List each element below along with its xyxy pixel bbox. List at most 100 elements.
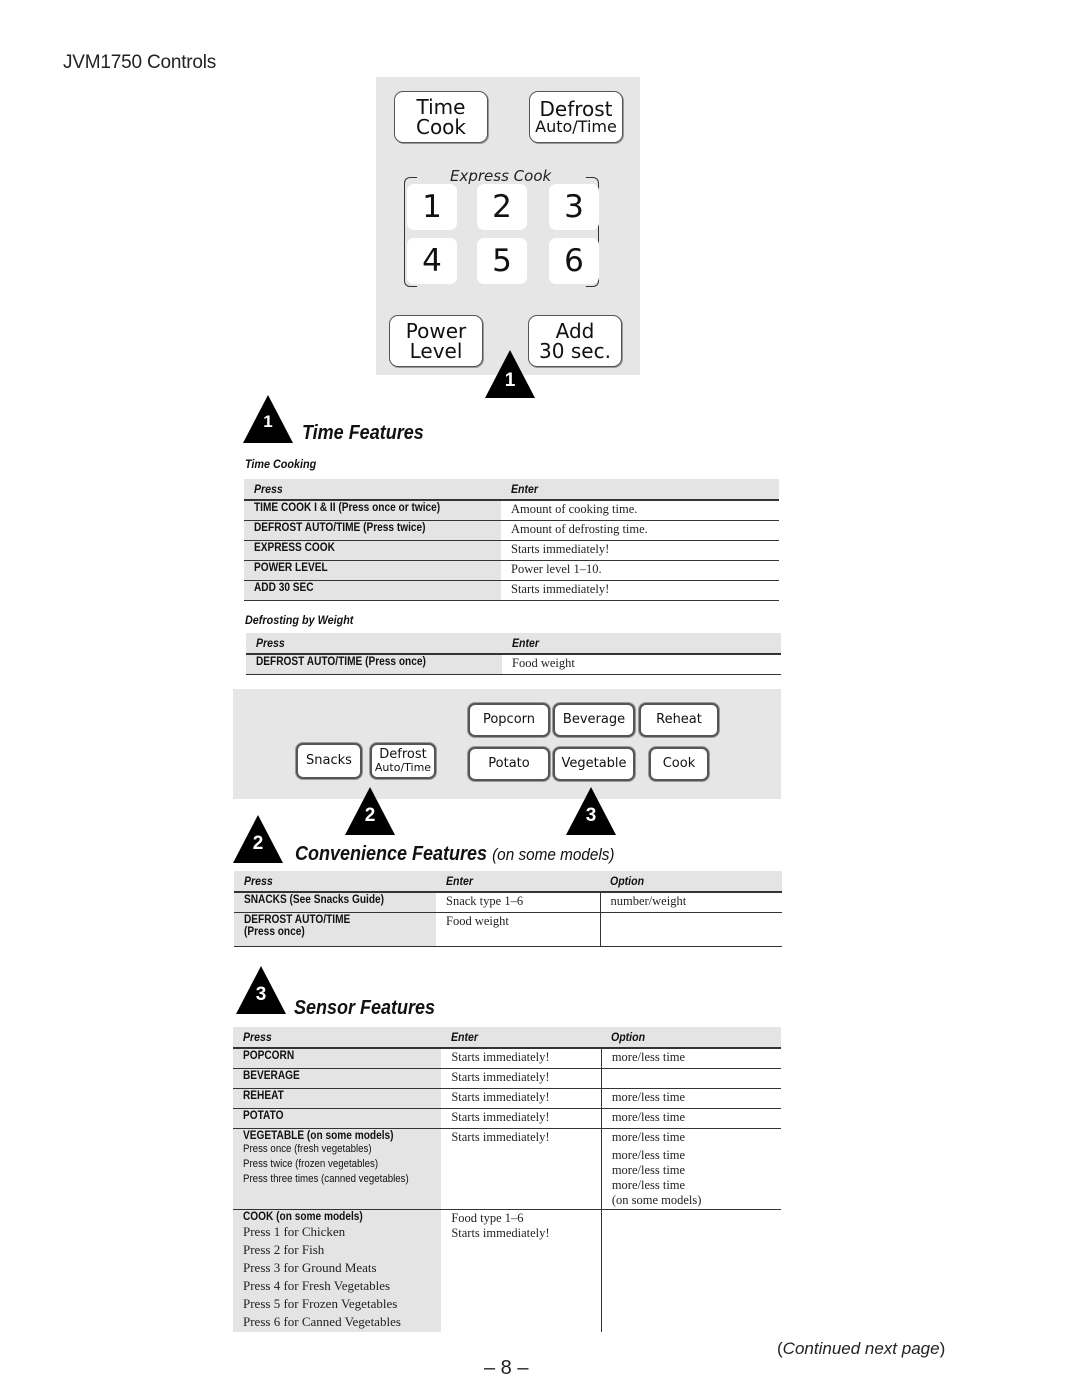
column-header: Enter — [436, 871, 600, 893]
option-line: more/less time — [611, 1178, 686, 1192]
column-header: Enter — [502, 633, 781, 655]
title-subtitle: (on some models) — [492, 845, 615, 864]
subhead-time-cooking: Time Cooking — [245, 457, 317, 471]
press-cell: ADD 30 SEC — [244, 580, 501, 601]
table-row: DEFROST AUTO/TIME (Press once) Food weig… — [246, 654, 781, 675]
press-cell: POTATO — [233, 1108, 442, 1129]
column-header: Press — [234, 871, 436, 893]
option-cell: more/less time — [600, 1048, 781, 1069]
table-row: SNACKS (See Snacks Guide) Snack type 1–6… — [234, 892, 782, 913]
table-row: POWER LEVEL Power level 1–10. — [244, 560, 779, 581]
power-level-key: Power Level — [389, 315, 483, 367]
table-row: POPCORN Starts immediately! more/less ti… — [233, 1048, 781, 1069]
key-label: Cook — [415, 115, 467, 139]
reheat-key: Reheat — [639, 703, 719, 737]
table-row: POTATO Starts immediately! more/less tim… — [233, 1108, 781, 1129]
enter-line: Food type 1–6 — [451, 1211, 524, 1225]
continued-note: (Continued next page) — [777, 1339, 946, 1358]
time-cook-key: Time Cook — [394, 91, 488, 143]
enter-cell: Food weight — [502, 654, 781, 675]
enter-cell: Amount of cooking time. — [501, 500, 779, 521]
enter-cell: Food weight — [436, 912, 600, 947]
table-row: DEFROST AUTO/TIME (Press once) Food weig… — [234, 912, 782, 947]
callout-marker-2-label: 2 — [364, 805, 376, 826]
table-row-cook: COOK (on some models) Press 1 for Chicke… — [233, 1209, 781, 1333]
press-cell: DEFROST AUTO/TIME (Press once) — [234, 912, 436, 947]
press-cell: POPCORN — [233, 1048, 442, 1069]
subline: Press once (fresh vegetables) — [243, 1143, 372, 1155]
option-cell: more/less time — [600, 1108, 781, 1129]
table-row-vegetable: VEGETABLE (on some models) Press once (f… — [233, 1128, 781, 1210]
press-cell: DEFROST AUTO/TIME (Press once) — [246, 654, 502, 675]
table-header: Press Enter — [246, 633, 781, 655]
express-key-4: 4 — [407, 238, 457, 284]
callout-marker-1-label: 1 — [504, 370, 516, 391]
time-cooking-table: Press Enter TIME COOK I & II (Press once… — [244, 479, 779, 601]
option-cell — [600, 1209, 781, 1332]
press-cell: POWER LEVEL — [244, 560, 501, 581]
column-header: Enter — [441, 1027, 602, 1049]
key-label: Power — [405, 319, 467, 343]
press-cell: EXPRESS COOK — [244, 540, 501, 561]
callout-marker-3-label: 3 — [585, 805, 597, 826]
subhead-defrosting-by-weight: Defrosting by Weight — [245, 613, 354, 627]
table-header: Press Enter — [244, 479, 779, 501]
express-cook-label: Express Cook — [450, 167, 552, 185]
control-panel-mid: Snacks Defrost Auto/Time Popcorn Beverag… — [233, 689, 781, 799]
add-30-sec-key: Add 30 sec. — [528, 315, 622, 367]
express-key-2: 2 — [477, 184, 527, 230]
control-panel-top: Time Cook Defrost Auto/Time Express Cook… — [376, 77, 640, 375]
enter-cell: Starts immediately! — [441, 1128, 602, 1210]
column-header: Option — [600, 871, 782, 893]
key-label: Add — [555, 319, 595, 343]
column-header: Press — [246, 633, 502, 655]
subline: Press twice (frozen vegetables) — [243, 1158, 379, 1170]
option-cell: more/less time more/less time more/less … — [600, 1128, 781, 1210]
table-row: EXPRESS COOK Starts immediately! — [244, 540, 779, 561]
section-title-sensor-features: Sensor Features — [294, 997, 436, 1019]
subline: Press 6 for Canned Vegetables — [243, 1314, 401, 1329]
express-key-1: 1 — [407, 184, 457, 230]
column-header: Press — [233, 1027, 442, 1049]
table-header: Press Enter Option — [233, 1027, 781, 1049]
subline: Press 5 for Frozen Vegetables — [243, 1296, 398, 1311]
cook-key: Cook — [649, 747, 709, 781]
enter-cell: Starts immediately! — [501, 580, 779, 601]
snacks-key: Snacks — [296, 743, 362, 779]
express-key-5: 5 — [477, 238, 527, 284]
enter-cell: Starts immediately! — [441, 1048, 602, 1069]
press-cell: DEFROST AUTO/TIME (Press twice) — [244, 520, 501, 541]
subline: Press 4 for Fresh Vegetables — [243, 1278, 391, 1293]
option-cell: number/weight — [599, 892, 782, 913]
option-line: more/less time — [611, 1130, 686, 1144]
column-header: Enter — [501, 479, 779, 501]
popcorn-key: Popcorn — [468, 703, 550, 737]
enter-cell: Starts immediately! — [441, 1088, 602, 1109]
section-title-time-features: Time Features — [302, 422, 424, 444]
page-number: – 8 – — [484, 1357, 529, 1379]
enter-cell: Food type 1–6 Starts immediately! — [441, 1210, 601, 1333]
option-cell: more/less time — [600, 1088, 781, 1109]
table-row: DEFROST AUTO/TIME (Press twice) Amount o… — [244, 520, 779, 541]
key-label: Auto/Time — [374, 761, 432, 775]
press-cell: COOK (on some models) Press 1 for Chicke… — [233, 1209, 442, 1332]
convenience-table: Press Enter Option SNACKS (See Snacks Gu… — [234, 871, 782, 947]
enter-line: Starts immediately! — [451, 1226, 550, 1240]
table-row: TIME COOK I & II (Press once or twice) A… — [244, 500, 779, 521]
table-row: ADD 30 SEC Starts immediately! — [244, 580, 779, 601]
key-label: 30 sec. — [539, 339, 611, 363]
express-key-6: 6 — [549, 238, 599, 284]
potato-key: Potato — [468, 747, 550, 781]
option-cell — [599, 912, 782, 947]
enter-cell: Power level 1–10. — [501, 560, 779, 581]
subline: Press 2 for Fish — [243, 1242, 325, 1257]
column-header: Option — [601, 1027, 781, 1049]
press-cell: REHEAT — [233, 1088, 442, 1109]
defrost-weight-table: Press Enter DEFROST AUTO/TIME (Press onc… — [246, 633, 781, 675]
key-label: Level — [409, 339, 463, 363]
express-key-3: 3 — [549, 184, 599, 230]
continued-text: Continued next page — [782, 1339, 940, 1358]
subline: Press 3 for Ground Meats — [243, 1260, 377, 1275]
enter-cell: Starts immediately! — [501, 540, 779, 561]
option-cell — [600, 1068, 781, 1089]
